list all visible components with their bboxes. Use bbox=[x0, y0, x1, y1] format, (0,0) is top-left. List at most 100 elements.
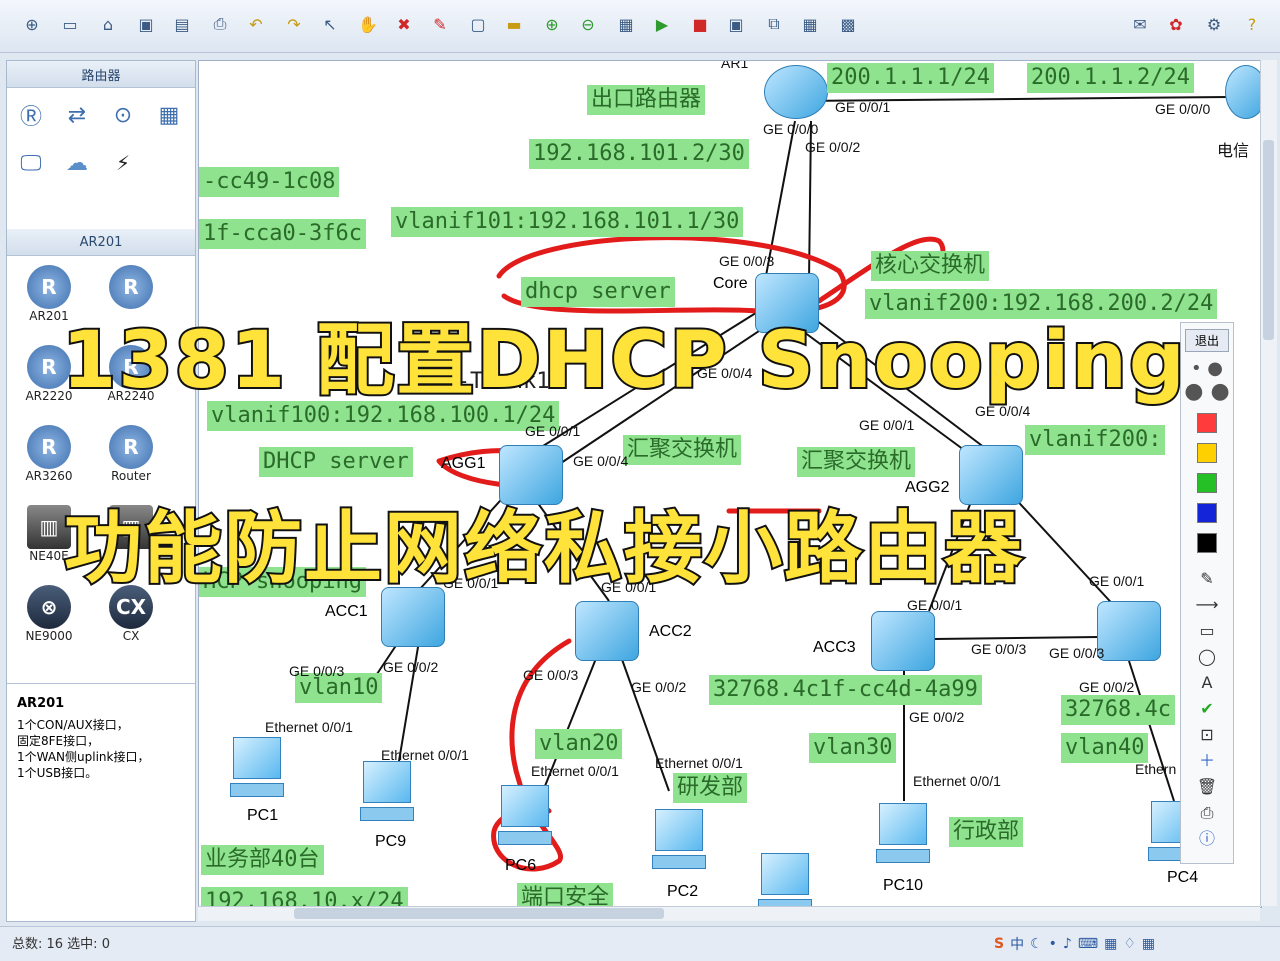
device-router[interactable]: R Router bbox=[91, 425, 171, 483]
zoom-in-icon[interactable]: ⊕ bbox=[540, 12, 564, 36]
save-as-icon[interactable]: ▤ bbox=[170, 12, 194, 36]
device-ar3260[interactable]: R AR3260 bbox=[9, 425, 89, 483]
acc2-switch-icon[interactable] bbox=[575, 601, 639, 661]
crop-icon[interactable]: ⊡ bbox=[1181, 722, 1233, 748]
port-label: GE 0/0/2 bbox=[805, 139, 861, 155]
redo-icon[interactable]: ↷ bbox=[282, 12, 306, 36]
port-label: Ethernet 0/0/1 bbox=[913, 773, 1001, 789]
firewall-category-icon[interactable]: ▦ bbox=[149, 95, 189, 135]
stop-icon[interactable]: ■ bbox=[688, 12, 712, 36]
tools-icon[interactable]: ▦ bbox=[1142, 936, 1155, 952]
pc1-icon[interactable] bbox=[227, 737, 287, 807]
zoom-out-icon[interactable]: ⊖ bbox=[576, 12, 600, 36]
ar1-router-icon[interactable] bbox=[764, 65, 828, 119]
keyboard-icon[interactable]: ⌨ bbox=[1078, 936, 1098, 952]
color-green[interactable] bbox=[1197, 473, 1217, 493]
text-icon[interactable]: ▢ bbox=[466, 12, 490, 36]
mic-icon[interactable]: ♪ bbox=[1063, 936, 1072, 952]
pc6-name: PC6 bbox=[505, 857, 537, 874]
select-icon[interactable]: ↖ bbox=[318, 12, 342, 36]
router-category-icon[interactable]: Ⓡ bbox=[11, 95, 51, 135]
chat-icon[interactable]: ✉ bbox=[1128, 12, 1152, 36]
vertical-scrollbar[interactable] bbox=[1260, 60, 1277, 906]
cable-category-icon[interactable]: ⚡ bbox=[103, 143, 143, 183]
trash-icon[interactable]: 🗑 bbox=[1181, 774, 1233, 800]
sogou-icon[interactable]: S bbox=[994, 936, 1004, 952]
delete-link-icon[interactable]: ✎ bbox=[428, 12, 452, 36]
print-icon[interactable]: ⎙ bbox=[208, 12, 232, 36]
print-icon[interactable]: ⎙ bbox=[1181, 800, 1233, 826]
info-title: AR201 bbox=[17, 696, 65, 711]
grid-icon[interactable]: ▦ bbox=[1104, 936, 1117, 952]
label-ip-ar1-left: 200.1.1.1/24 bbox=[827, 63, 994, 93]
undo-icon[interactable]: ↶ bbox=[244, 12, 268, 36]
info-line: 1个USB接口。 bbox=[17, 766, 98, 780]
help-icon[interactable]: ? bbox=[1240, 12, 1264, 36]
rect-icon[interactable]: ▭ bbox=[1181, 618, 1233, 644]
topology-icon[interactable]: ⧉ bbox=[762, 12, 786, 36]
agg1-name: AGG1 bbox=[441, 455, 486, 472]
port-label: GE 0/0/2 bbox=[631, 679, 687, 695]
pc-category-icon[interactable]: 🖵 bbox=[11, 143, 51, 183]
punct-icon[interactable]: • bbox=[1049, 936, 1057, 952]
info-icon[interactable]: ⓘ bbox=[1181, 826, 1233, 852]
line-icon[interactable]: ⟶ bbox=[1181, 592, 1233, 618]
rectangle-icon[interactable]: ▬ bbox=[502, 12, 526, 36]
horizontal-scrollbar[interactable] bbox=[198, 906, 1260, 921]
shirt-icon[interactable]: ♢ bbox=[1123, 936, 1136, 952]
pen-size-icon[interactable]: ● ● bbox=[1181, 379, 1233, 404]
pc9-name: PC9 bbox=[375, 833, 407, 850]
pen-icon[interactable]: ✎ bbox=[1181, 566, 1233, 592]
check-icon[interactable]: ✔ bbox=[1181, 696, 1233, 722]
settings-icon[interactable]: ⚙ bbox=[1202, 12, 1226, 36]
port-label: GE 0/0/3 bbox=[1049, 645, 1105, 661]
color-red[interactable] bbox=[1197, 413, 1217, 433]
open-icon[interactable]: ⌂ bbox=[96, 12, 120, 36]
pc-extra-icon[interactable] bbox=[755, 853, 815, 907]
save-icon[interactable]: ▣ bbox=[134, 12, 158, 36]
acc1-name: ACC1 bbox=[325, 603, 368, 620]
label-admin-dept: 行政部 bbox=[949, 817, 1024, 847]
terminal-icon[interactable]: ▩ bbox=[836, 12, 860, 36]
huawei-icon[interactable]: ✿ bbox=[1164, 12, 1188, 36]
telecom-router-icon[interactable] bbox=[1225, 65, 1261, 119]
ar201-section-title: AR201 bbox=[7, 229, 195, 256]
color-yellow[interactable] bbox=[1197, 443, 1217, 463]
ar1-name: AR1 bbox=[721, 60, 749, 71]
ime-mode-icon[interactable]: 中 bbox=[1010, 934, 1024, 954]
start-icon[interactable]: ▶ bbox=[650, 12, 674, 36]
port-label: GE 0/0/0 bbox=[1155, 101, 1211, 117]
pen-size-icon[interactable]: • ● bbox=[1181, 358, 1233, 379]
device-info-panel: AR201 1个CON/AUX接口， 固定8FE接口， 1个WAN侧uplink… bbox=[7, 683, 195, 920]
moon-icon[interactable]: ☾ bbox=[1030, 936, 1043, 952]
acc4-switch-icon[interactable] bbox=[1097, 601, 1161, 661]
pc10-icon[interactable] bbox=[873, 803, 933, 873]
port-label: GE 0/0/1 bbox=[907, 597, 963, 613]
capture-icon[interactable]: ▣ bbox=[724, 12, 748, 36]
pc2-name: PC2 bbox=[667, 883, 699, 900]
plus-icon[interactable]: ＋ bbox=[1181, 748, 1233, 774]
text-tool-icon[interactable]: A bbox=[1181, 670, 1233, 696]
router-section-title: 路由器 bbox=[7, 61, 195, 88]
pc2-icon[interactable] bbox=[649, 809, 709, 879]
fit-icon[interactable]: ▦ bbox=[614, 12, 638, 36]
new-icon[interactable]: ▭ bbox=[58, 12, 82, 36]
cloud-category-icon[interactable]: ☁ bbox=[57, 143, 97, 183]
ime-toolbar[interactable]: S 中 ☾ • ♪ ⌨ ▦ ♢ ▦ bbox=[994, 931, 1274, 957]
delete-icon[interactable]: ✖ bbox=[392, 12, 416, 36]
port-label: GE 0/0/1 bbox=[525, 423, 581, 439]
wlan-category-icon[interactable]: ⊙ bbox=[103, 95, 143, 135]
ellipse-icon[interactable]: ◯ bbox=[1181, 644, 1233, 670]
exit-button[interactable]: 退出 bbox=[1185, 329, 1229, 352]
color-blue[interactable] bbox=[1197, 503, 1217, 523]
topology-canvas[interactable]: AR1 电信 出口路由器 200.1.1.1/24 200.1.1.2/24 1… bbox=[198, 60, 1262, 908]
port-label: GE 0/0/0 bbox=[763, 121, 819, 137]
switch-category-icon[interactable]: ⇄ bbox=[57, 95, 97, 135]
pc6-icon[interactable] bbox=[495, 785, 555, 855]
pc9-icon[interactable] bbox=[357, 761, 417, 831]
color-black[interactable] bbox=[1197, 533, 1217, 553]
hand-icon[interactable]: ✋ bbox=[356, 12, 380, 36]
new-topology-icon[interactable]: ⊕ bbox=[20, 12, 44, 36]
acc3-switch-icon[interactable] bbox=[871, 611, 935, 671]
grid-icon[interactable]: ▦ bbox=[798, 12, 822, 36]
